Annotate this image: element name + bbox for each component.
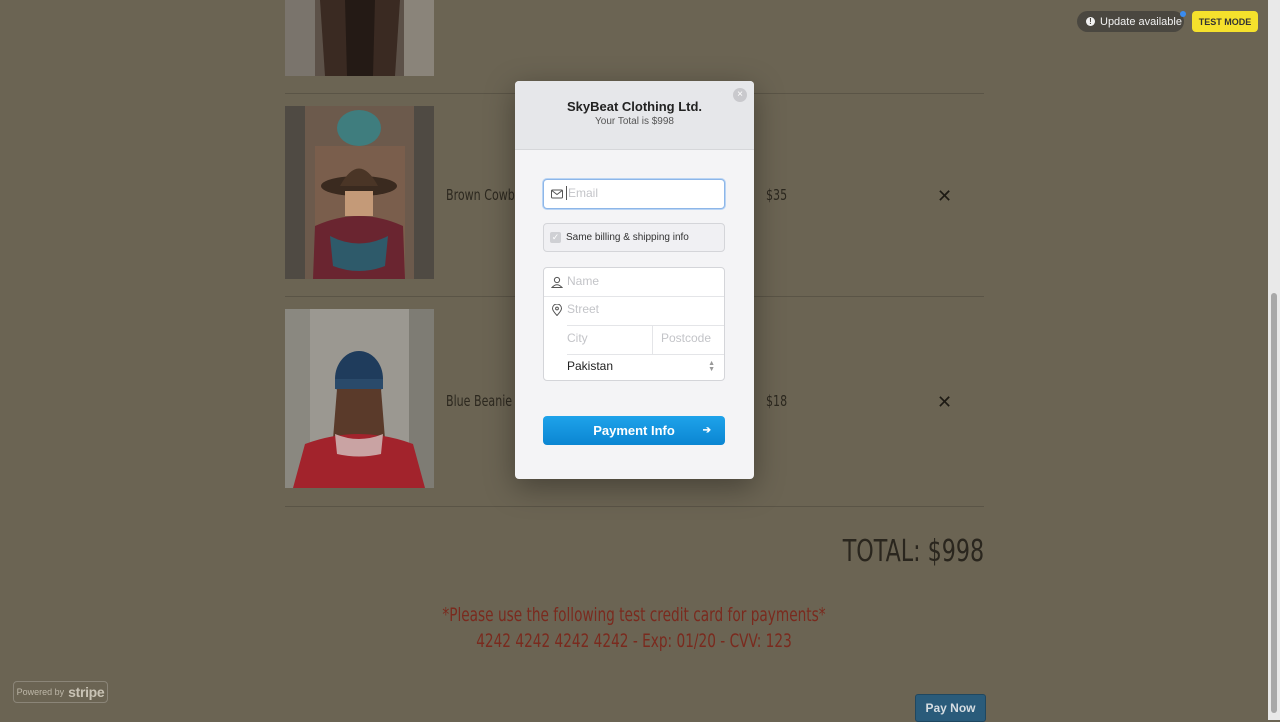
field-divider	[652, 325, 653, 354]
name-input[interactable]: Name	[567, 274, 599, 288]
select-arrows-icon: ▲ ▼	[708, 360, 715, 373]
notification-dot	[1180, 11, 1186, 17]
email-input[interactable]	[566, 186, 718, 200]
envelope-icon	[551, 189, 563, 199]
scrollbar-thumb[interactable]	[1271, 293, 1277, 713]
product-image-jacket	[285, 0, 434, 76]
field-divider	[567, 325, 724, 326]
update-available-button[interactable]: ! Update available	[1077, 11, 1184, 32]
arrow-right-icon: ➔	[702, 425, 711, 436]
remove-item-icon[interactable]: ✕	[937, 393, 952, 411]
remove-item-icon[interactable]: ✕	[937, 187, 952, 205]
item-price: $18	[766, 392, 788, 410]
street-input[interactable]: Street	[567, 302, 599, 316]
total-summary: Your Total is $998	[595, 116, 674, 127]
field-divider	[544, 296, 724, 297]
test-card-details: 4242 4242 4242 4242 - Exp: 01/20 - CVV: …	[476, 630, 792, 652]
postcode-input[interactable]: Postcode	[661, 331, 711, 345]
test-mode-badge: TEST MODE	[1192, 11, 1258, 32]
info-icon: !	[1086, 17, 1095, 26]
product-image-blue-beanie	[285, 309, 434, 488]
update-label: Update available	[1100, 15, 1182, 28]
country-select[interactable]: Pakistan	[567, 359, 613, 373]
field-divider	[567, 354, 724, 355]
address-fields: Name Street City Postcode Pakistan ▲ ▼	[543, 267, 725, 381]
location-pin-icon	[551, 304, 563, 316]
item-name: Brown Cowbo	[446, 186, 522, 204]
powered-by-stripe-badge[interactable]: Powered by stripe	[13, 681, 108, 703]
row-divider	[285, 506, 984, 507]
stripe-logo: stripe	[68, 684, 105, 700]
payment-info-button[interactable]: Payment Info ➔	[543, 416, 725, 445]
merchant-name: SkyBeat Clothing Ltd.	[566, 99, 703, 114]
person-icon	[551, 276, 563, 288]
pay-now-button[interactable]: Pay Now	[915, 694, 986, 722]
city-input[interactable]: City	[567, 331, 588, 345]
product-image-brown-cowboy-hat	[285, 106, 434, 279]
item-name: Blue Beanie	[446, 392, 513, 410]
powered-by-label: Powered by	[16, 687, 65, 697]
close-icon[interactable]: ×	[733, 88, 747, 102]
email-field[interactable]	[543, 179, 725, 209]
test-card-note: *Please use the following test credit ca…	[442, 604, 826, 626]
same-billing-label: Same billing & shipping info	[566, 232, 689, 243]
same-billing-checkbox[interactable]: ✓ Same billing & shipping info	[543, 223, 725, 252]
scrollbar[interactable]	[1268, 0, 1280, 720]
item-price: $35	[766, 186, 788, 204]
cart-total: TOTAL: $998	[842, 534, 984, 569]
checkout-modal: SkyBeat Clothing Ltd. Your Total is $998…	[515, 81, 754, 479]
checkbox-check-icon[interactable]: ✓	[550, 232, 561, 243]
payment-info-label: Payment Info	[593, 423, 675, 438]
modal-header: SkyBeat Clothing Ltd. Your Total is $998…	[515, 81, 754, 150]
